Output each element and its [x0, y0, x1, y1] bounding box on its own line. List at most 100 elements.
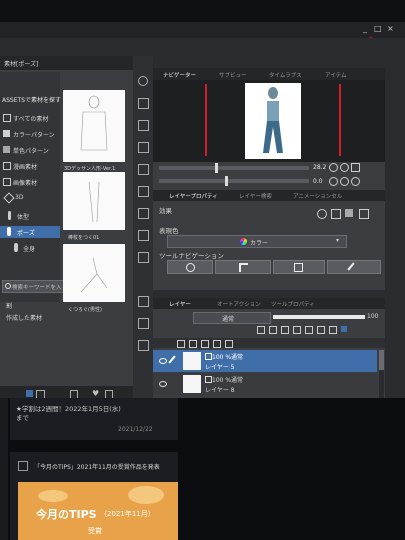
tool-nav-button-4[interactable] — [327, 260, 381, 274]
bottom-item-created-materials[interactable]: 作成した素材 — [0, 312, 60, 322]
category-item-pose[interactable]: ポーズ — [0, 226, 60, 238]
layer-color-icon[interactable] — [359, 209, 369, 219]
eye-icon[interactable] — [159, 358, 167, 364]
thumbnail-column: 3Dデッサン人形-Ver.1 棒杖をつく01 くつろぐ(男性) — [60, 76, 130, 376]
tool-nav-button-1[interactable] — [167, 260, 213, 274]
category-item-manga[interactable]: 漫画素材 — [0, 160, 60, 172]
rotation-slider[interactable] — [159, 176, 309, 186]
blend-mode-select[interactable]: 通常 — [193, 312, 271, 324]
category-item-mono-pattern[interactable]: 単色パターン — [0, 144, 60, 156]
tone-icon[interactable] — [345, 209, 353, 217]
tab-subview[interactable]: サブビュー — [219, 71, 247, 79]
reset-rotation-icon[interactable] — [351, 177, 360, 186]
mask-icon[interactable] — [317, 326, 325, 334]
zoom-out-icon[interactable] — [329, 163, 338, 172]
category-item-all[interactable]: すべての素材 — [0, 112, 60, 124]
tab-layer-property[interactable]: レイヤープロパティ — [169, 192, 218, 200]
zoom-slider-handle[interactable] — [215, 163, 218, 173]
category-item-full-body[interactable]: 全身 — [0, 242, 60, 254]
tab-animation-cell[interactable]: アニメーションセル — [293, 192, 342, 200]
delete-layer-icon[interactable] — [225, 340, 233, 348]
expression-color-select[interactable]: カラー ▾ — [167, 235, 347, 248]
rotate-right-icon[interactable] — [340, 177, 349, 186]
opacity-slider[interactable] — [273, 315, 365, 319]
panel-icon[interactable] — [138, 318, 149, 329]
panel-icon[interactable] — [138, 164, 149, 175]
minimize-button[interactable]: _ — [363, 24, 367, 33]
thumbnail-card[interactable] — [63, 90, 125, 162]
thumbnail-label-3: くつろぐ(男性) — [68, 307, 102, 313]
navigator-preview[interactable] — [153, 80, 385, 162]
panel-icon[interactable] — [138, 296, 149, 307]
category-item-body-type[interactable]: 体型 — [0, 210, 60, 222]
pose-figure-thumbnail — [80, 95, 108, 151]
tab-materials-pose[interactable]: 素材[ポーズ] — [4, 59, 38, 68]
zoom-slider[interactable] — [159, 163, 309, 173]
fit-icon[interactable] — [351, 163, 360, 172]
layer-row[interactable]: 100 %通常 レイヤー 8 — [153, 373, 377, 395]
merge-down-icon[interactable] — [213, 340, 221, 348]
new-vector-layer-icon[interactable] — [189, 340, 197, 348]
ruler-icon[interactable] — [329, 326, 337, 334]
move-layer-icon — [186, 263, 195, 272]
banner-subtitle-2: 受賞 — [88, 527, 102, 535]
close-button[interactable]: × — [387, 24, 394, 33]
category-item-3d[interactable]: 3D — [0, 192, 60, 204]
palette-color-icon[interactable] — [341, 326, 347, 332]
layer-row[interactable]: 100 %通常 レイヤー 5 — [153, 350, 377, 372]
panel-icon[interactable] — [138, 98, 149, 109]
maximize-button[interactable]: □ — [374, 24, 382, 33]
tool-nav-button-2[interactable] — [215, 260, 271, 274]
panel-icon[interactable] — [138, 230, 149, 241]
notice-card[interactable]: ★学割は2週間！2022年1月5日(水) まで 2021/12/22 — [10, 398, 178, 440]
rotation-slider-handle[interactable] — [225, 176, 228, 186]
panel-icon[interactable] — [138, 186, 149, 197]
search-icon[interactable] — [138, 76, 148, 86]
new-folder-icon[interactable] — [201, 340, 209, 348]
assets-link[interactable]: ASSETSで素材を探す — [0, 94, 61, 104]
tab-timelapse[interactable]: タイムラプス — [269, 71, 302, 79]
extract-line-icon[interactable] — [331, 209, 341, 219]
notice-date: 2021/12/22 — [118, 426, 153, 433]
panel-icon[interactable] — [138, 252, 149, 263]
tab-layer-search[interactable]: レイヤー検索 — [239, 192, 272, 200]
tips-banner[interactable]: 今月のTIPS （2021年11月） 受賞 — [18, 482, 178, 540]
tab-item[interactable]: アイテム — [325, 71, 346, 79]
panel-icon[interactable] — [138, 120, 149, 131]
category-item-image[interactable]: 画像素材 — [0, 176, 60, 188]
draft-icon[interactable] — [281, 326, 289, 334]
lock-alpha-icon[interactable] — [305, 326, 313, 334]
zoom-value: 28.2 — [313, 164, 327, 171]
category-list: ASSETSで素材を探す すべての素材 カラーパターン 単色パターン 漫画素材 … — [0, 72, 61, 302]
panel-icon[interactable] — [138, 208, 149, 219]
panel-icon[interactable] — [138, 340, 149, 351]
thumbnail-card[interactable] — [63, 244, 125, 302]
category-item-color-pattern[interactable]: カラーパターン — [0, 128, 60, 140]
tool-nav-button-3[interactable] — [273, 260, 325, 274]
heart-icon[interactable]: ♥ — [92, 389, 99, 398]
search-field[interactable]: 検索キーワードを入 — [2, 280, 68, 293]
tab-navigator[interactable]: ナビゲーター — [163, 71, 196, 79]
tips-card[interactable]: 「今月のTIPS」2021年11月の受賞作品を発表 今月のTIPS （2021年… — [10, 452, 178, 540]
checkbox[interactable] — [18, 461, 28, 471]
thumbnail-card[interactable] — [63, 172, 125, 230]
bottom-item-1[interactable]: 割 — [0, 300, 60, 310]
clip-icon[interactable] — [257, 326, 265, 334]
new-raster-layer-icon[interactable] — [177, 340, 185, 348]
tab-layer[interactable]: レイヤー — [169, 300, 191, 308]
tab-tool-property[interactable]: ツールプロパティ — [271, 300, 315, 308]
view-frame-line-right — [339, 84, 341, 156]
tab-auto-action[interactable]: オートアクション — [217, 300, 261, 308]
eye-icon[interactable] — [159, 381, 167, 387]
lock-icon[interactable] — [293, 326, 301, 334]
pencil-icon[interactable] — [168, 355, 176, 364]
list-view-icon[interactable] — [26, 390, 33, 397]
mono-pattern-icon — [3, 146, 10, 153]
border-effect-icon[interactable] — [317, 209, 327, 219]
layer-scrollbar[interactable] — [379, 350, 384, 398]
layer-color-swatch — [205, 376, 212, 383]
panel-icon[interactable] — [138, 142, 149, 153]
rotate-left-icon[interactable] — [329, 177, 338, 186]
zoom-in-icon[interactable] — [340, 163, 349, 172]
reference-icon[interactable] — [269, 326, 277, 334]
